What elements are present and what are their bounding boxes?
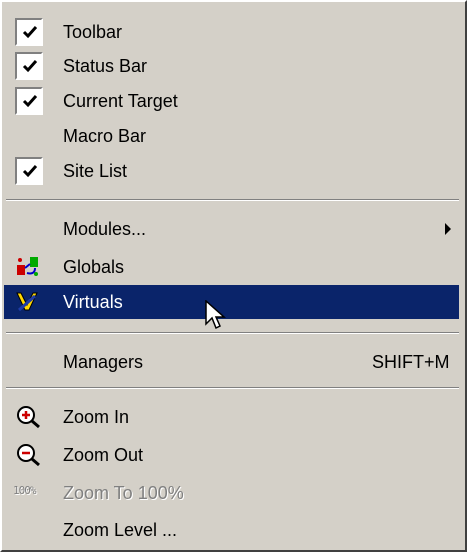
menu-item-managers[interactable]: Managers SHIFT+M xyxy=(12,345,457,379)
zoom-out-icon xyxy=(17,444,40,467)
checkmark-icon xyxy=(22,95,38,108)
checkbox-site-list xyxy=(15,157,43,185)
menu-item-zoom-to-100[interactable]: 100% Zoom To 100% xyxy=(12,476,457,510)
menu-item-virtuals[interactable]: Virtuals xyxy=(4,285,459,319)
menu-item-status-bar[interactable]: Status Bar xyxy=(12,49,457,83)
menu-item-current-target[interactable]: Current Target xyxy=(12,84,457,118)
menu-item-macro-bar[interactable]: Macro Bar xyxy=(12,119,457,153)
virtuals-icon xyxy=(16,292,38,312)
menu-item-site-list[interactable]: Site List xyxy=(12,154,457,188)
menu-separator xyxy=(6,387,459,389)
menu-item-toolbar[interactable]: Toolbar xyxy=(12,15,457,49)
checkmark-icon xyxy=(22,60,38,73)
menu-item-label: Zoom Out xyxy=(63,445,144,465)
checkmark-icon xyxy=(22,26,38,39)
menu-item-label: Virtuals xyxy=(63,292,123,312)
checkbox-toolbar xyxy=(15,18,43,46)
menu-separator xyxy=(6,332,459,334)
zoom-100-icon: 100% xyxy=(13,484,37,497)
menu-item-zoom-out[interactable]: Zoom Out xyxy=(12,438,457,472)
menu-item-globals[interactable]: Globals xyxy=(12,250,457,284)
checkmark-icon xyxy=(22,165,38,178)
menu-item-label: Zoom In xyxy=(63,407,130,427)
menu-item-label: Managers xyxy=(63,352,144,372)
mouse-cursor-icon xyxy=(205,300,226,330)
view-menu: Toolbar Status Bar Current Target Macro … xyxy=(0,0,467,552)
shortcut-text: SHIFT+M xyxy=(372,352,450,372)
menu-item-zoom-level[interactable]: Zoom Level ... xyxy=(12,513,457,547)
menu-separator xyxy=(6,199,459,201)
menu-item-label: Toolbar xyxy=(63,22,123,42)
zoom-in-icon xyxy=(17,406,40,429)
menu-item-label: Zoom Level ... xyxy=(63,520,178,540)
submenu-arrow-icon xyxy=(445,223,451,235)
checkbox-status-bar xyxy=(15,52,43,80)
menu-item-label: Globals xyxy=(63,257,125,277)
menu-item-modules[interactable]: Modules... xyxy=(12,212,457,246)
menu-item-label: Zoom To 100% xyxy=(63,483,184,503)
menu-item-label: Site List xyxy=(63,161,128,181)
menu-item-label: Macro Bar xyxy=(63,126,147,146)
globals-icon xyxy=(17,257,38,276)
menu-item-label: Modules... xyxy=(63,219,147,239)
menu-item-zoom-in[interactable]: Zoom In xyxy=(12,400,457,434)
checkbox-current-target xyxy=(15,87,43,115)
menu-item-label: Status Bar xyxy=(63,56,148,76)
menu-item-label: Current Target xyxy=(63,91,178,111)
